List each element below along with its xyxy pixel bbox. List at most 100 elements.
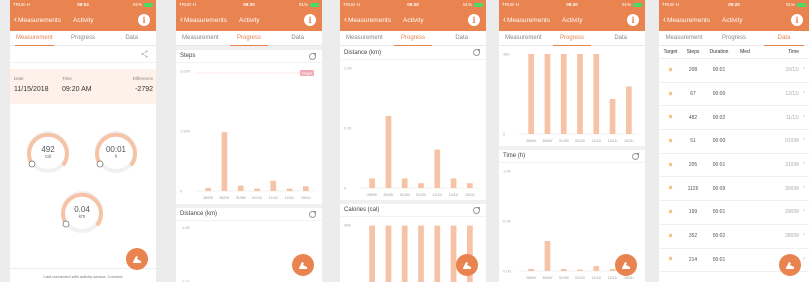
time-cell: 31/09/ (785, 162, 799, 169)
x-tick-label: 11/11/ (592, 139, 601, 143)
bar (418, 183, 424, 188)
target-missed-icon: × (668, 66, 673, 74)
bar (418, 225, 424, 282)
chart-title: Time (h) (503, 153, 526, 159)
x-tick-label: 12/11/ (608, 276, 618, 280)
table-row[interactable]: × 67 00:00 12/11/ › (659, 83, 809, 107)
tab-progress[interactable]: Progress (59, 31, 108, 45)
screen-title: Activity (403, 16, 424, 24)
bar (609, 99, 616, 134)
info-icon[interactable]: i (627, 14, 639, 26)
back-button[interactable]: ‹ Measurements (344, 15, 391, 24)
x-tick-label: 31/09/ (559, 276, 569, 280)
tab-measurement[interactable]: Measurement (340, 31, 389, 45)
share-row (10, 46, 156, 63)
chart-title: Calories (cal) (344, 207, 380, 213)
tab-data[interactable]: Data (107, 31, 156, 45)
bar (369, 178, 375, 188)
x-tick-label: 28/09/ (526, 139, 536, 143)
add-measurement-button[interactable] (292, 254, 314, 276)
refresh-icon[interactable] (309, 53, 316, 60)
tab-bar: Measurement Progress Data (340, 31, 486, 46)
refresh-icon[interactable] (632, 153, 639, 160)
back-label: Measurements (184, 16, 227, 24)
tab-measurement[interactable]: Measurement (176, 31, 225, 45)
bar (450, 225, 457, 282)
table-body: × 208 00:01 15/11/ › × 67 00:00 12/11/ › × 482 00:02… (659, 59, 809, 273)
info-icon[interactable]: i (468, 14, 480, 26)
chart-title: Steps (180, 53, 196, 59)
tab-data[interactable]: Data (596, 31, 645, 45)
refresh-icon[interactable] (473, 207, 480, 214)
table-row[interactable]: × 199 00:01 29/09/ › (659, 201, 809, 225)
tab-progress[interactable]: Progress (389, 31, 438, 46)
tab-bar: Measurement Progress Data (176, 31, 322, 46)
status-bar: TRUE-H 09:20 91% (659, 0, 809, 9)
add-measurement-button[interactable] (615, 254, 637, 276)
tab-bar: Measurement Progress Data (499, 31, 645, 46)
tab-measurement[interactable]: Measurement (10, 31, 59, 46)
distance-unit: km (78, 214, 86, 220)
y-tick-label: 1.00 (503, 169, 512, 174)
refresh-icon[interactable] (473, 49, 480, 56)
phone-measurement: TRUE-H 09:03 91% ‹ Measurements Activity … (10, 0, 156, 282)
chevron-right-icon: › (803, 113, 805, 120)
tab-progress[interactable]: Progress (225, 31, 274, 46)
chevron-right-icon: › (803, 161, 805, 168)
shoe-icon (463, 262, 471, 269)
chevron-right-icon: › (803, 90, 805, 97)
tab-data[interactable]: Data (437, 31, 486, 45)
duration-value: 00:01 (105, 145, 127, 154)
distance-chart: 1.60 0.01 0 28/09/30/09/31/09/01/10/11/11/1… (344, 66, 478, 197)
info-icon[interactable]: i (791, 14, 803, 26)
shoe-icon (622, 262, 630, 269)
chevron-right-icon: › (803, 255, 805, 262)
y-tick-label: 0.00 (503, 269, 512, 274)
duration-cell: 00:00 (712, 138, 726, 145)
distance-value: 0.04 (74, 205, 90, 214)
table-row[interactable]: × 51 00:00 01/09/ › (659, 130, 809, 154)
table-row[interactable]: × 1126 00:09 30/09/ › (659, 177, 809, 202)
x-tick-label: 28/09/ (203, 196, 213, 200)
steps-cell: 1126 (687, 185, 699, 192)
refresh-icon[interactable] (309, 211, 316, 218)
steps-cell: 51 (690, 138, 696, 145)
info-icon[interactable]: i (138, 14, 150, 26)
x-tick-label: 11/11/ (592, 276, 601, 280)
steps-chart-card: Steps 2,000 1,500 0 Target 28/09/30/09/31/09… (176, 46, 322, 204)
back-button[interactable]: ‹ Measurements (663, 15, 710, 24)
back-button[interactable]: ‹ Measurements (503, 15, 550, 24)
duration-cell: 00:01 (712, 209, 726, 216)
table-row[interactable]: × 482 00:02 11/11/ › (659, 106, 809, 131)
info-icon[interactable]: i (304, 14, 316, 26)
calories-chart-card-bottom: 480 0 28/09/30/09/31/09/01/10/11/11/12/11/… (499, 46, 645, 146)
distance-gauge: 0.04 km (60, 190, 104, 234)
add-measurement-button[interactable] (126, 248, 148, 270)
add-measurement-button[interactable] (456, 254, 478, 276)
duration-gauge: 00:01 h (94, 130, 138, 174)
add-measurement-button[interactable] (779, 254, 801, 276)
status-bar: TRUE-H 09:20 91% (499, 0, 645, 9)
time-cell: 29/09/ (785, 209, 799, 216)
bar (254, 188, 260, 191)
bar (401, 225, 408, 282)
back-button[interactable]: ‹ Measurements (14, 15, 61, 24)
tab-progress[interactable]: Progress (548, 31, 597, 46)
back-button[interactable]: ‹ Measurements (180, 15, 227, 24)
table-row[interactable]: × 205 00:01 31/09/ › (659, 154, 809, 178)
tab-data[interactable]: Data (759, 31, 809, 46)
table-row[interactable]: × 352 00:02 28/09/ › (659, 225, 809, 249)
steps-cell: 482 (688, 114, 698, 121)
bar (270, 180, 277, 191)
tab-measurement[interactable]: Measurement (659, 31, 709, 45)
nav-bar: ‹ Measurements Activity i (659, 9, 809, 31)
x-tick-label: 12/11/ (285, 196, 295, 200)
tab-measurement[interactable]: Measurement (499, 31, 548, 45)
share-icon[interactable] (141, 50, 148, 58)
tab-data[interactable]: Data (273, 31, 322, 45)
x-tick-label: 15/11/ (624, 276, 634, 280)
tab-progress[interactable]: Progress (709, 31, 759, 45)
table-row[interactable]: × 208 00:01 15/11/ › (659, 59, 809, 83)
duration-unit: h (114, 154, 118, 160)
screen-title: Activity (562, 16, 583, 24)
